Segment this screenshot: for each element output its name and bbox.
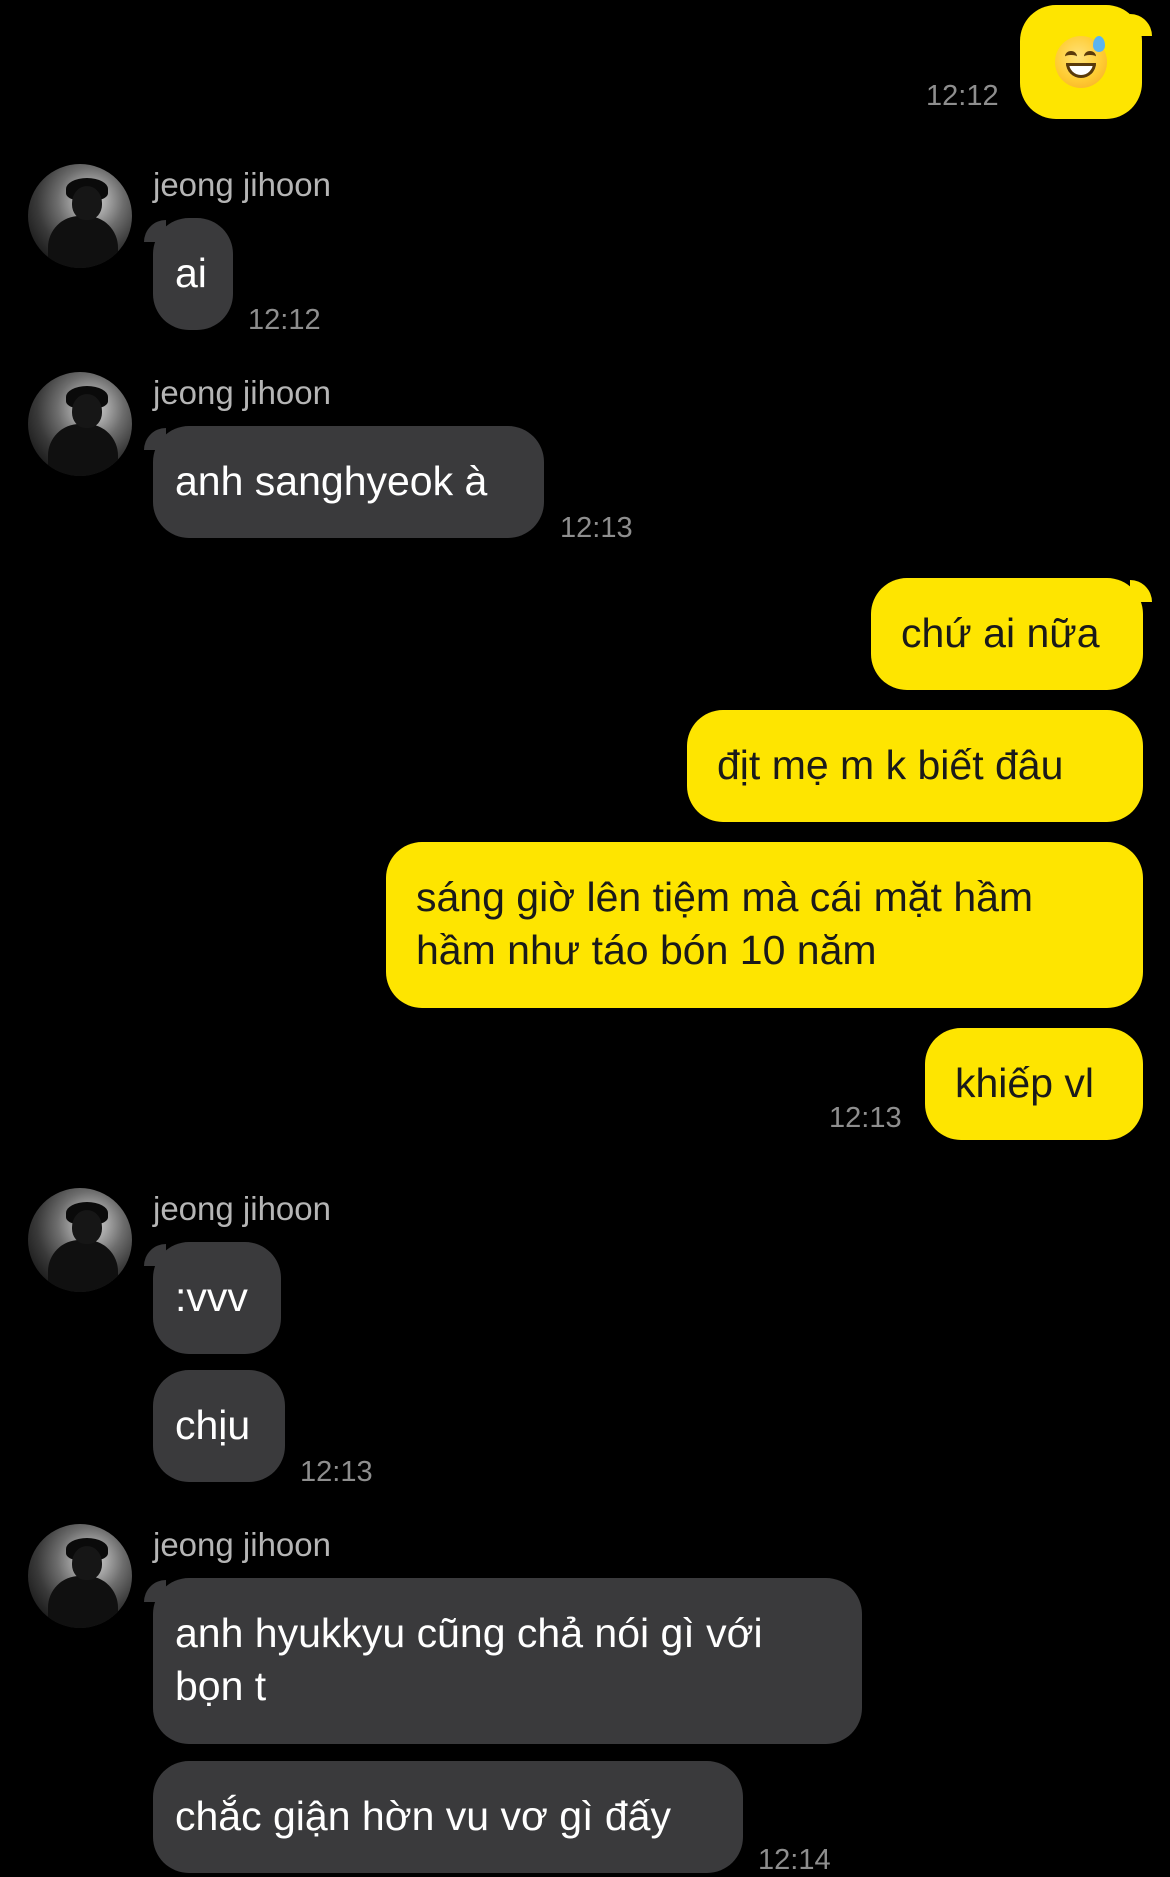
outgoing-message-bubble[interactable]: [1020, 5, 1142, 119]
sender-name: jeong jihoon: [153, 1526, 331, 1563]
avatar[interactable]: [28, 372, 132, 476]
outgoing-message-bubble[interactable]: khiếp vl: [925, 1028, 1143, 1140]
incoming-message-bubble[interactable]: chịu: [153, 1370, 285, 1482]
message-timestamp: 12:12: [248, 304, 321, 336]
avatar[interactable]: [28, 164, 132, 268]
outgoing-message-bubble[interactable]: địt mẹ m k biết đâu: [687, 710, 1143, 822]
incoming-message-bubble[interactable]: anh hyukkyu cũng chả nói gì với bọn t: [153, 1578, 862, 1744]
message-timestamp: 12:13: [560, 512, 633, 544]
message-timestamp: 12:12: [926, 80, 999, 112]
sender-name: jeong jihoon: [153, 166, 331, 203]
sender-name: jeong jihoon: [153, 1190, 331, 1227]
incoming-message-bubble[interactable]: ai: [153, 218, 233, 330]
message-timestamp: 12:14: [758, 1844, 831, 1876]
bubble-tail: [1130, 14, 1152, 36]
sender-name: jeong jihoon: [153, 374, 331, 411]
outgoing-message-bubble[interactable]: chứ ai nữa: [871, 578, 1143, 690]
message-timestamp: 12:13: [829, 1102, 902, 1134]
chat-message-list[interactable]: 12:12 jeong jihoon ai 12:12 jeong jihoon…: [0, 0, 1170, 1877]
message-timestamp: 12:13: [300, 1456, 373, 1488]
incoming-message-bubble[interactable]: anh sanghyeok à: [153, 426, 544, 538]
incoming-message-bubble[interactable]: chắc giận hờn vu vơ gì đấy: [153, 1761, 743, 1873]
grinning-face-with-sweat-icon: [1055, 36, 1107, 88]
avatar[interactable]: [28, 1524, 132, 1628]
avatar[interactable]: [28, 1188, 132, 1292]
outgoing-message-bubble[interactable]: sáng giờ lên tiệm mà cái mặt hầm hầm như…: [386, 842, 1143, 1008]
incoming-message-bubble[interactable]: :vvv: [153, 1242, 281, 1354]
bubble-tail: [1130, 580, 1152, 602]
